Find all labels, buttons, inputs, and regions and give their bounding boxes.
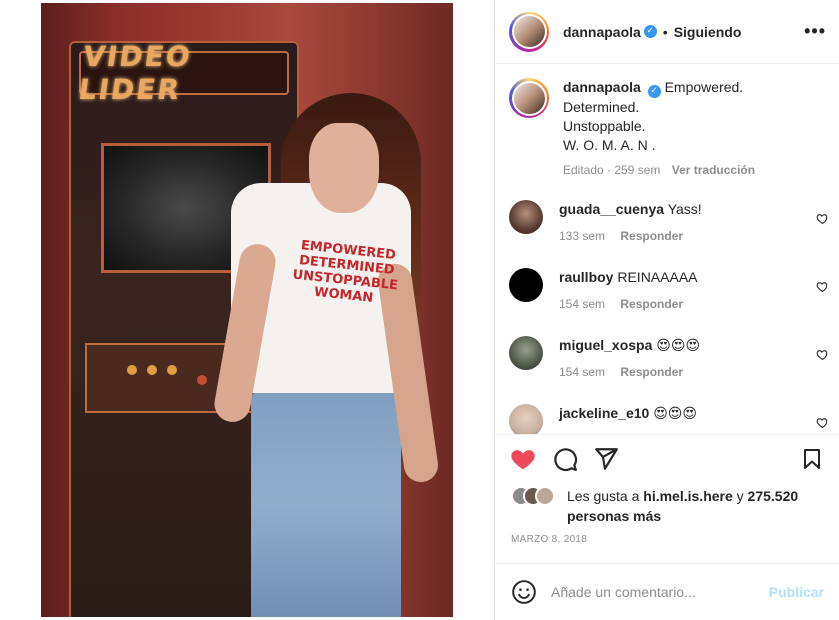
comment-like-icon[interactable] bbox=[816, 348, 829, 364]
likes-conj: y bbox=[736, 488, 744, 504]
post-date[interactable]: MARZO 8, 2018 bbox=[511, 534, 587, 545]
heart-filled-icon[interactable] bbox=[509, 445, 537, 473]
comment-username[interactable]: raullboy bbox=[559, 269, 613, 285]
comment-like-icon[interactable] bbox=[816, 212, 829, 228]
verified-badge-icon: ✓ bbox=[643, 25, 657, 38]
comments-list[interactable]: dannapaola ✓ Empowered. Determined. Unst… bbox=[495, 64, 839, 434]
comment-username[interactable]: guada__cuenya bbox=[559, 201, 664, 217]
caption-username[interactable]: dannapaola bbox=[563, 79, 641, 95]
comment-text: REINAAAAA bbox=[617, 269, 698, 285]
avatar bbox=[535, 486, 555, 506]
jeans bbox=[251, 383, 401, 617]
commenter-avatar[interactable] bbox=[509, 336, 543, 370]
comment-username[interactable]: jackeline_e10 bbox=[559, 405, 649, 421]
add-comment-bar: Publicar bbox=[495, 563, 839, 620]
likes-prefix: Les gusta a bbox=[567, 488, 640, 504]
commenter-avatar[interactable] bbox=[509, 404, 543, 434]
person: EMPOWERED DETERMINED UNSTOPPABLE WOMAN bbox=[191, 93, 441, 617]
comment-time: 154 sem bbox=[559, 297, 606, 311]
comment-item: raullboy REINAAAAA 154 sem Responder bbox=[509, 268, 829, 314]
following-button[interactable]: Siguiendo bbox=[674, 24, 742, 40]
reply-button[interactable]: Responder bbox=[620, 365, 683, 379]
emoji-icon[interactable] bbox=[511, 579, 537, 605]
post-photo[interactable]: VIDEO LIDER EMPOWERED DETERMINED UNSTOPP… bbox=[41, 3, 453, 617]
post-side-panel: dannapaola ✓ • Siguiendo ••• dannapaola … bbox=[494, 0, 839, 620]
comment-item: jackeline_e10 😍😍😍 bbox=[509, 404, 829, 434]
liker-avatars[interactable] bbox=[511, 486, 559, 506]
action-bar bbox=[495, 434, 839, 482]
caption-edited-time: Editado · 259 sem bbox=[563, 163, 661, 177]
comment-like-icon[interactable] bbox=[816, 416, 829, 432]
commenter-avatar[interactable] bbox=[509, 200, 543, 234]
liker-username[interactable]: hi.mel.is.here bbox=[643, 488, 732, 504]
avatar[interactable] bbox=[509, 11, 549, 52]
comment-item: miguel_xospa 😍😍😍 154 sem Responder bbox=[509, 336, 829, 382]
comment-item: guada__cuenya Yass! 133 sem Responder bbox=[509, 200, 829, 246]
shirt-print: EMPOWERED DETERMINED UNSTOPPABLE WOMAN bbox=[291, 238, 399, 306]
likes-summary: Les gusta a hi.mel.is.here y 275.520 per… bbox=[511, 486, 831, 526]
comment-time: 133 sem bbox=[559, 229, 606, 243]
caption-avatar[interactable] bbox=[509, 78, 549, 118]
comment-input[interactable] bbox=[551, 584, 751, 600]
comment-username[interactable]: miguel_xospa bbox=[559, 337, 652, 353]
face bbox=[309, 123, 379, 213]
arcade-sign: VIDEO LIDER bbox=[76, 40, 289, 106]
commenter-avatar[interactable] bbox=[509, 268, 543, 302]
more-options-icon[interactable]: ••• bbox=[804, 21, 826, 42]
post-header: dannapaola ✓ • Siguiendo ••• bbox=[495, 0, 839, 64]
comment-like-icon[interactable] bbox=[816, 280, 829, 296]
reply-button[interactable]: Responder bbox=[620, 297, 683, 311]
comment-time: 154 sem bbox=[559, 365, 606, 379]
comment-icon[interactable] bbox=[551, 445, 579, 473]
reply-button[interactable]: Responder bbox=[620, 229, 683, 243]
comment-text: 😍😍😍 bbox=[653, 405, 697, 421]
share-icon[interactable] bbox=[592, 445, 620, 473]
comment-text: 😍😍😍 bbox=[656, 337, 701, 353]
bookmark-icon[interactable] bbox=[798, 445, 826, 473]
separator: • bbox=[662, 23, 668, 40]
comment-text: Yass! bbox=[667, 201, 702, 217]
publish-button[interactable]: Publicar bbox=[769, 584, 824, 600]
header-username[interactable]: dannapaola bbox=[563, 24, 641, 40]
caption: dannapaola ✓ Empowered. Determined. Unst… bbox=[509, 78, 829, 180]
post-photo-pane: VIDEO LIDER EMPOWERED DETERMINED UNSTOPP… bbox=[0, 0, 494, 620]
see-translation-link[interactable]: Ver traducción bbox=[672, 163, 755, 177]
verified-badge-icon: ✓ bbox=[647, 85, 661, 98]
